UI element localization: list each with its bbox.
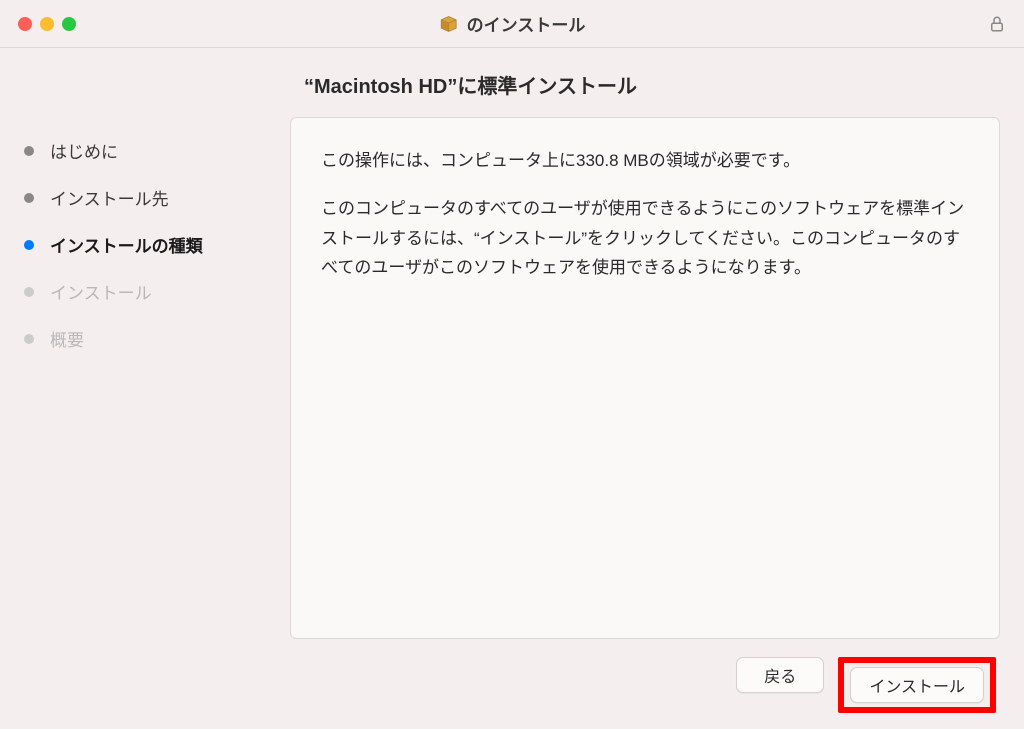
install-size-text: この操作には、コンピュータ上に330.8 MBの領域が必要です。 bbox=[321, 146, 969, 176]
zoom-window-button[interactable] bbox=[62, 17, 76, 31]
window-title-text: のインストール bbox=[467, 11, 586, 36]
close-window-button[interactable] bbox=[18, 17, 32, 31]
highlight-annotation: インストール bbox=[838, 657, 996, 713]
step-install: インストール bbox=[24, 279, 266, 304]
minimize-window-button[interactable] bbox=[40, 17, 54, 31]
button-row: 戻る インストール bbox=[290, 657, 1000, 713]
step-intro: はじめに bbox=[24, 138, 266, 163]
body-area: はじめに インストール先 インストールの種類 インストール 概要 “Macint… bbox=[0, 48, 1024, 729]
page-title: “Macintosh HD”に標準インストール bbox=[304, 70, 1000, 99]
step-dot-icon bbox=[24, 240, 34, 250]
package-icon bbox=[439, 14, 459, 34]
step-label: インストール bbox=[50, 279, 152, 304]
step-summary: 概要 bbox=[24, 326, 266, 351]
step-dot-icon bbox=[24, 193, 34, 203]
step-label: 概要 bbox=[50, 326, 84, 351]
back-button[interactable]: 戻る bbox=[736, 657, 824, 693]
step-installation-type: インストールの種類 bbox=[24, 232, 266, 257]
install-button[interactable]: インストール bbox=[850, 667, 984, 703]
step-dot-icon bbox=[24, 287, 34, 297]
step-dot-icon bbox=[24, 146, 34, 156]
step-label: はじめに bbox=[50, 138, 118, 163]
content-panel: この操作には、コンピュータ上に330.8 MBの領域が必要です。 このコンピュー… bbox=[290, 117, 1000, 639]
main-column: “Macintosh HD”に標準インストール この操作には、コンピュータ上に3… bbox=[290, 48, 1024, 729]
window-controls bbox=[18, 17, 76, 31]
step-dot-icon bbox=[24, 334, 34, 344]
sidebar: はじめに インストール先 インストールの種類 インストール 概要 bbox=[0, 48, 290, 729]
step-destination: インストール先 bbox=[24, 185, 266, 210]
window-title: のインストール bbox=[439, 11, 586, 36]
step-label: インストールの種類 bbox=[50, 232, 203, 257]
titlebar: のインストール bbox=[0, 0, 1024, 48]
lock-icon[interactable] bbox=[988, 15, 1006, 33]
install-description-text: このコンピュータのすべてのユーザが使用できるようにこのソフトウェアを標準インスト… bbox=[321, 194, 969, 283]
step-label: インストール先 bbox=[50, 185, 169, 210]
